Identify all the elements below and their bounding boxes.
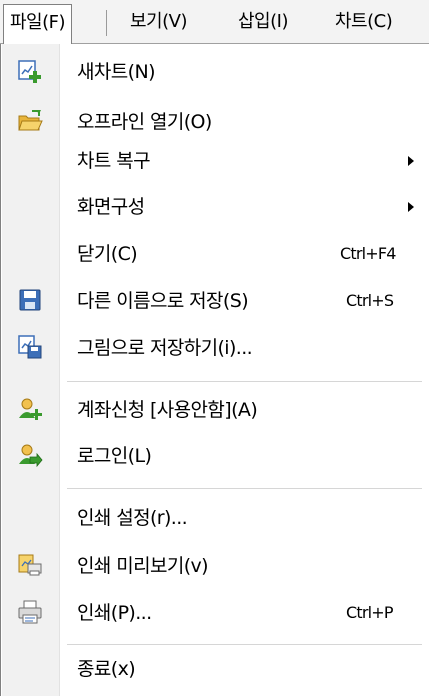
open-folder-icon xyxy=(17,108,43,134)
menu-item-chart-restore[interactable]: 차트 복구 xyxy=(1,141,429,181)
printer-icon xyxy=(17,599,43,625)
menu-item-save-as[interactable]: 다른 이름으로 저장(S) Ctrl+S xyxy=(1,281,429,321)
menu-separator xyxy=(67,488,422,489)
menu-item-label: 닫기(C) xyxy=(77,243,138,265)
floppy-disk-icon xyxy=(17,287,43,313)
menu-view[interactable]: 보기(V) xyxy=(124,4,193,40)
menu-item-shortcut: Ctrl+S xyxy=(346,291,394,310)
print-preview-icon xyxy=(17,552,43,578)
menu-item-close[interactable]: 닫기(C) Ctrl+F4 xyxy=(1,234,429,274)
menu-item-label: 새차트(N) xyxy=(77,61,155,83)
submenu-arrow-icon xyxy=(408,156,414,166)
file-dropdown-menu: 새차트(N) 오프라인 열기(O) 차트 복구 화면구성 닫기(C) Ctrl+… xyxy=(0,44,429,696)
menu-item-account-request[interactable]: 계좌신청 [사용안함](A) xyxy=(1,390,429,430)
menu-item-open-offline[interactable]: 오프라인 열기(O) xyxy=(1,102,429,142)
save-image-icon xyxy=(17,334,43,360)
new-chart-icon xyxy=(17,58,43,84)
menu-bar: 파일(F) 보기(V) 삽입(I) 차트(C) xyxy=(0,0,429,45)
menu-chart[interactable]: 차트(C) xyxy=(329,4,398,40)
menu-item-label: 계좌신청 [사용안함](A) xyxy=(77,399,258,421)
submenu-arrow-icon xyxy=(408,202,414,212)
menubar-divider xyxy=(106,10,107,36)
menu-item-shortcut: Ctrl+F4 xyxy=(340,244,396,263)
menu-item-label: 인쇄(P)... xyxy=(77,602,152,624)
menu-item-save-image[interactable]: 그림으로 저장하기(i)... xyxy=(1,328,429,368)
menu-item-label: 그림으로 저장하기(i)... xyxy=(77,337,253,359)
menu-item-print-setup[interactable]: 인쇄 설정(r)... xyxy=(1,498,429,538)
menu-item-shortcut: Ctrl+P xyxy=(346,603,394,622)
menu-insert[interactable]: 삽입(I) xyxy=(232,4,294,40)
menu-item-label: 화면구성 xyxy=(77,196,145,218)
menu-item-label: 인쇄 미리보기(v) xyxy=(77,555,209,577)
menu-item-label: 로그인(L) xyxy=(77,445,152,467)
menu-item-label: 인쇄 설정(r)... xyxy=(77,507,188,529)
menu-separator xyxy=(67,381,422,382)
menu-item-label: 종료(x) xyxy=(77,658,136,680)
login-icon xyxy=(17,442,43,468)
menu-item-login[interactable]: 로그인(L) xyxy=(1,436,429,476)
menu-item-label: 다른 이름으로 저장(S) xyxy=(77,290,249,312)
menu-file[interactable]: 파일(F) xyxy=(3,4,73,45)
account-request-icon xyxy=(17,396,43,422)
menu-item-new-chart[interactable]: 새차트(N) xyxy=(1,52,429,92)
menu-item-print[interactable]: 인쇄(P)... Ctrl+P xyxy=(1,593,429,633)
menu-item-label: 차트 복구 xyxy=(77,150,151,172)
menu-item-label: 오프라인 열기(O) xyxy=(77,111,212,133)
menu-item-print-preview[interactable]: 인쇄 미리보기(v) xyxy=(1,546,429,586)
menu-item-screen-layout[interactable]: 화면구성 xyxy=(1,187,429,227)
menu-item-exit[interactable]: 종료(x) xyxy=(1,649,429,689)
menu-separator xyxy=(67,644,422,645)
